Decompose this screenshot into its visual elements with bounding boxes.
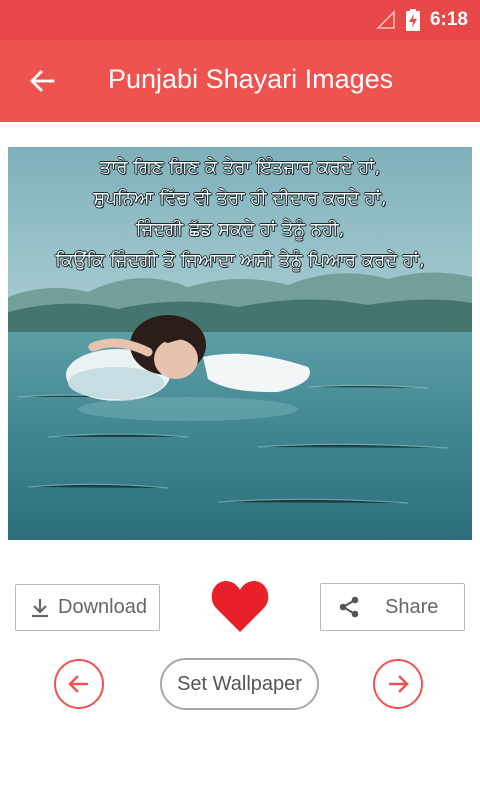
quote-line: ਕਿਉਂਕਿ ਜ਼ਿੰਦਗੀ ਤੋ ਜਿਆਦਾ ਅਸੀ ਤੈਨੂੰ ਪਿਆਰ ਕ… — [55, 250, 425, 271]
arrow-left-icon — [30, 70, 55, 92]
share-button[interactable]: Share — [320, 583, 465, 631]
download-label: Download — [58, 596, 147, 618]
back-button[interactable] — [22, 61, 62, 101]
signal-icon — [376, 10, 395, 29]
status-time: 6:18 — [429, 9, 468, 30]
download-icon — [32, 598, 48, 617]
share-label: Share — [385, 595, 439, 618]
quote-line: ਜ਼ਿੰਦਗੀ ਛੱਡ ਸਕਦੇ ਹਾਂ ਤੈਨੂੰ ਨਹੀ, — [135, 219, 345, 240]
download-button[interactable]: Download — [15, 584, 160, 631]
quote-line: ਤਾਰੇ ਗਿਣ ਗਿਣ ਕੇ ਤੇਰਾ ਇੰਤਜ਼ਾਰ ਕਰਦੇ ਹਾਂ, — [99, 157, 381, 178]
set-wallpaper-button[interactable]: Set Wallpaper — [160, 658, 319, 710]
share-icon — [339, 596, 359, 618]
shayari-image: ਤਾਰੇ ਗਿਣ ਗਿਣ ਕੇ ਤੇਰਾ ਇੰਤਜ਼ਾਰ ਕਰਦੇ ਹਾਂ, ਸ… — [8, 147, 472, 540]
next-image-button[interactable] — [373, 659, 423, 709]
status-icons: 6:18 — [376, 0, 468, 40]
shayari-quote: ਤਾਰੇ ਗਿਣ ਗਿਣ ਕੇ ਤੇਰਾ ਇੰਤਜ਼ਾਰ ਕਰਦੇ ਹਾਂ, ਸ… — [8, 147, 472, 276]
status-bar: 6:18 — [0, 0, 480, 40]
battery-charging-icon — [405, 9, 420, 31]
favorite-heart-icon[interactable] — [211, 578, 269, 634]
arrow-right-icon — [389, 675, 409, 693]
quote-line: ਸੁਪਨਿਆ ਵਿੱਚ ਵੀ ਤੇਰਾ ਹੀ ਦੀਦਾਰ ਕਰਦੇ ਹਾਂ, — [93, 188, 387, 209]
app-bar: Punjabi Shayari Images — [0, 40, 480, 122]
app-title: Punjabi Shayari Images — [108, 64, 394, 94]
arrow-left-icon — [68, 675, 88, 693]
previous-image-button[interactable] — [54, 659, 104, 709]
